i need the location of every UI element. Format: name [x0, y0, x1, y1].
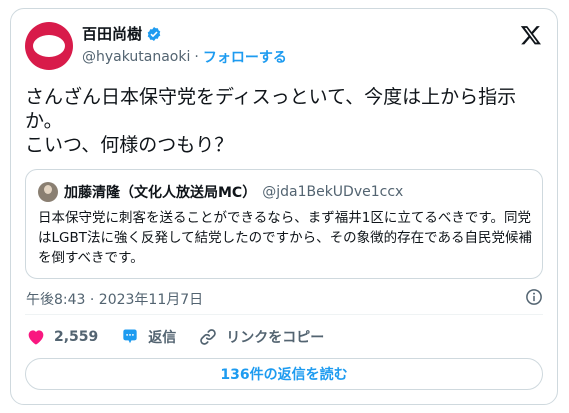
author-handle[interactable]: @hyakutanaoki: [82, 49, 190, 65]
quoted-author-avatar: [38, 182, 58, 202]
author-display-name[interactable]: 百田尚樹: [82, 23, 142, 44]
quoted-tweet[interactable]: 加藤清隆（文化人放送局MC） @jda1BekUDve1ccx 日本保守党に刺客…: [25, 169, 543, 279]
follow-button[interactable]: フォローする: [203, 47, 287, 67]
quoted-author-name: 加藤清隆（文化人放送局MC）: [64, 185, 257, 201]
reply-bubble-icon: [123, 329, 137, 344]
read-replies-button[interactable]: 136件の返信を読む: [25, 358, 543, 390]
tweet-embed-card: 百田尚樹 @hyakutanaoki · フォローする さんざん日本保守党をディ…: [10, 8, 558, 405]
verified-badge-icon: [147, 26, 161, 41]
link-icon: [200, 329, 217, 345]
tweet-timestamp[interactable]: 午後8:43 · 2023年11月7日: [26, 289, 203, 309]
info-icon[interactable]: [525, 288, 543, 306]
tweet-text: さんざん日本保守党をディスっといて、今度は上から指示か。 こいつ、何様のつもり？: [25, 86, 517, 156]
author-avatar[interactable]: [25, 22, 73, 70]
reply-button[interactable]: 返信: [120, 327, 176, 347]
copy-link-label: リンクをコピー: [226, 330, 325, 346]
quoted-author-row: 加藤清隆（文化人放送局MC） @jda1BekUDve1ccx: [64, 182, 403, 202]
quoted-author-handle: @jda1BekUDve1ccx: [262, 184, 404, 200]
quoted-tweet-text: 日本保守党に刺客を送ることができるなら、まず福井1区に立てるべきです。同党はLG…: [38, 210, 532, 266]
action-bar: 2,559 返信 リンクをコピー: [26, 327, 346, 347]
heart-icon: [28, 330, 44, 345]
like-count: 2,559: [54, 329, 99, 345]
separator-dot: ·: [194, 49, 199, 65]
author-name-row: 百田尚樹: [82, 23, 162, 44]
author-handle-row: @hyakutanaoki · フォローする: [82, 47, 287, 67]
avatar-logo: [33, 35, 65, 57]
divider: [25, 314, 543, 315]
like-button[interactable]: 2,559: [26, 327, 98, 347]
copy-link-button[interactable]: リンクをコピー: [198, 327, 324, 347]
reply-label: 返信: [148, 330, 177, 346]
x-logo-icon[interactable]: [520, 24, 542, 46]
